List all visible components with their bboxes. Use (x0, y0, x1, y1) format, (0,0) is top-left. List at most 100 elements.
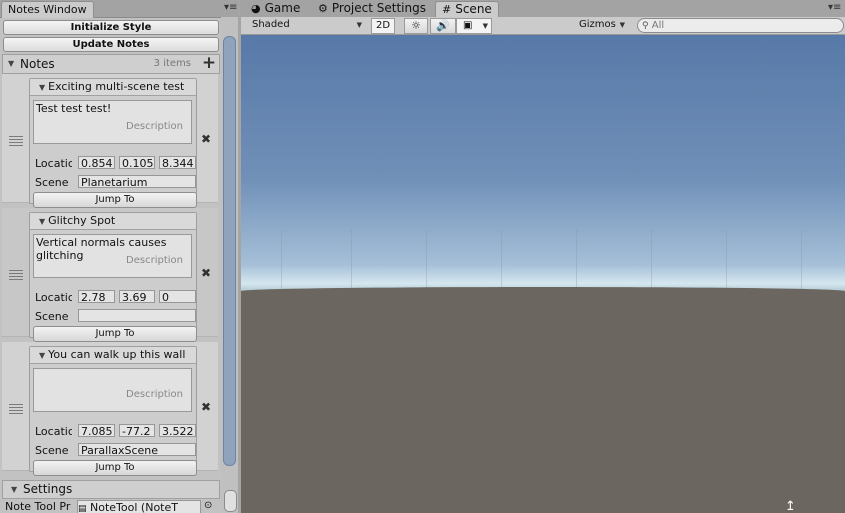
description-field[interactable]: Test test test! Description (33, 100, 192, 144)
location-label: Locatic (35, 157, 72, 170)
remove-note-icon[interactable]: ✖ (201, 400, 211, 414)
tab-project-settings-label: Project Settings (331, 1, 426, 15)
script-icon: ▤ (78, 504, 87, 513)
tab-notes-window[interactable]: Notes Window (1, 1, 94, 18)
location-x-field[interactable]: 2.78 (78, 290, 115, 303)
scene-field[interactable]: ParallaxScene (78, 443, 196, 456)
tab-scene-label: Scene (455, 2, 492, 16)
location-z-field[interactable]: 3.522 (159, 424, 196, 437)
vertical-scrollbar[interactable] (221, 17, 238, 513)
window-menu-icon[interactable]: ▾≡ (828, 2, 841, 14)
scrollbar-down-button[interactable] (224, 490, 237, 512)
location-label: Locatic (35, 425, 72, 438)
jump-to-button[interactable]: Jump To (33, 326, 197, 342)
toggle-2d-button[interactable]: 2D (371, 18, 395, 34)
note-card: ▼ Exciting multi-scene test Test test tes… (29, 78, 197, 208)
location-x-field[interactable]: 0.854 (78, 156, 115, 169)
scene-viewport[interactable]: ↥ (241, 35, 845, 513)
drag-handle-icon[interactable] (9, 404, 23, 416)
description-text: Test test test! (36, 102, 112, 115)
jump-to-button[interactable]: Jump To (33, 192, 197, 208)
note-title[interactable]: ▼ Glitchy Spot (30, 213, 196, 230)
note-tool-object-field[interactable]: ▤ NoteTool (NoteT (77, 500, 201, 513)
audio-toggle-icon[interactable]: 🔊 (430, 18, 456, 34)
object-picker-icon[interactable]: ⊙ (204, 500, 212, 511)
search-icon: ⚲ (642, 21, 649, 31)
grid-icon: # (442, 3, 452, 16)
note-tool-label: Note Tool Pr (5, 500, 71, 513)
tab-game-label: Game (264, 1, 301, 15)
effects-dropdown[interactable]: ▣ ▼ (456, 18, 492, 34)
note-title[interactable]: ▼ Exciting multi-scene test (30, 79, 196, 96)
tab-label: Notes Window (8, 3, 87, 16)
location-z-field[interactable]: 0 (159, 290, 196, 303)
notes-window: Notes Window ▾≡ Initialize Style Update … (0, 0, 238, 513)
scene-toolbar: Shaded ▼ 2D ☼ 🔊 ▣ ▼ Gizmos ▼ ⚲ All (241, 17, 845, 35)
note-card: ▼ Glitchy Spot Vertical normals causes gl… (29, 212, 197, 342)
settings-header[interactable]: ▼ Settings (2, 480, 220, 499)
shading-mode-dropdown[interactable]: Shaded ▼ (246, 18, 365, 32)
right-tab-bar: ◕ Game ⚙ Project Settings # Scene ▾≡ (240, 0, 845, 18)
shading-mode-label: Shaded (252, 19, 290, 30)
note-title-text: Glitchy Spot (48, 214, 116, 227)
fold-down-icon[interactable]: ▼ (39, 83, 45, 92)
image-effects-icon: ▣ (463, 20, 473, 31)
description-placeholder: Description (126, 255, 183, 266)
notes-title: Notes (20, 57, 55, 71)
drag-handle-icon[interactable] (9, 136, 23, 148)
location-z-field[interactable]: 8.344 (159, 156, 196, 169)
tab-game[interactable]: ◕ Game (251, 1, 300, 17)
note-item: ▼ Glitchy Spot Vertical normals causes gl… (2, 208, 218, 342)
dropdown-arrow-icon: ▼ (482, 22, 488, 30)
scene-label: Scene (35, 444, 69, 457)
fold-down-icon[interactable]: ▼ (11, 485, 17, 494)
note-title-text: You can walk up this wall (48, 348, 186, 361)
update-notes-button[interactable]: Update Notes (3, 37, 219, 52)
add-note-icon[interactable]: + (201, 54, 217, 72)
description-placeholder: Description (126, 121, 183, 132)
note-title[interactable]: ▼ You can walk up this wall (30, 347, 196, 364)
pacman-icon: ◕ (251, 2, 261, 15)
jump-to-button[interactable]: Jump To (33, 460, 197, 476)
scene-search-input[interactable]: ⚲ All (637, 18, 844, 33)
gizmos-dropdown[interactable]: Gizmos ▼ (575, 18, 628, 32)
description-placeholder: Description (126, 389, 183, 400)
location-y-field[interactable]: 3.69 (119, 290, 155, 303)
tab-scene[interactable]: # Scene (435, 1, 499, 18)
scene-label: Scene (35, 310, 69, 323)
scene-field[interactable]: Planetarium (78, 175, 196, 188)
remove-note-icon[interactable]: ✖ (201, 266, 211, 280)
scene-field[interactable] (78, 309, 196, 322)
cursor-icon: ↥ (785, 499, 796, 513)
remove-note-icon[interactable]: ✖ (201, 132, 211, 146)
notes-count: 3 items (153, 58, 191, 69)
dropdown-arrow-icon: ▼ (356, 21, 362, 29)
location-x-field[interactable]: 7.085 (78, 424, 115, 437)
note-tool-value: NoteTool (NoteT (90, 501, 178, 513)
left-tab-bar: Notes Window ▾≡ (0, 0, 238, 18)
note-card: ▼ You can walk up this wall Description L… (29, 346, 197, 476)
ground-plane (241, 287, 845, 513)
tab-project-settings[interactable]: ⚙ Project Settings (318, 1, 426, 17)
scrollbar-thumb[interactable] (223, 36, 236, 466)
gear-icon: ⚙ (318, 2, 328, 15)
location-label: Locatic (35, 291, 72, 304)
fold-down-icon[interactable]: ▼ (39, 217, 45, 226)
initialize-style-button[interactable]: Initialize Style (3, 20, 219, 35)
description-field[interactable]: Vertical normals causes glitching Descri… (33, 234, 192, 278)
drag-handle-icon[interactable] (9, 270, 23, 282)
settings-title: Settings (23, 482, 73, 496)
search-placeholder: All (651, 20, 665, 31)
location-y-field[interactable]: 0.105 (119, 156, 155, 169)
fold-down-icon[interactable]: ▼ (39, 351, 45, 360)
scene-lighting-icon[interactable]: ☼ (404, 18, 428, 34)
notes-list-header[interactable]: ▼ Notes 3 items + (2, 54, 220, 74)
fold-down-icon[interactable]: ▼ (8, 59, 14, 68)
settings-row: Note Tool Pr ▤ NoteTool (NoteT ⊙ (5, 500, 219, 513)
scene-label: Scene (35, 176, 69, 189)
location-y-field[interactable]: -77.2 (119, 424, 155, 437)
note-title-text: Exciting multi-scene test (48, 80, 185, 93)
window-menu-icon[interactable]: ▾≡ (224, 2, 237, 14)
note-item: ▼ Exciting multi-scene test Test test tes… (2, 74, 218, 208)
description-field[interactable]: Description (33, 368, 192, 412)
